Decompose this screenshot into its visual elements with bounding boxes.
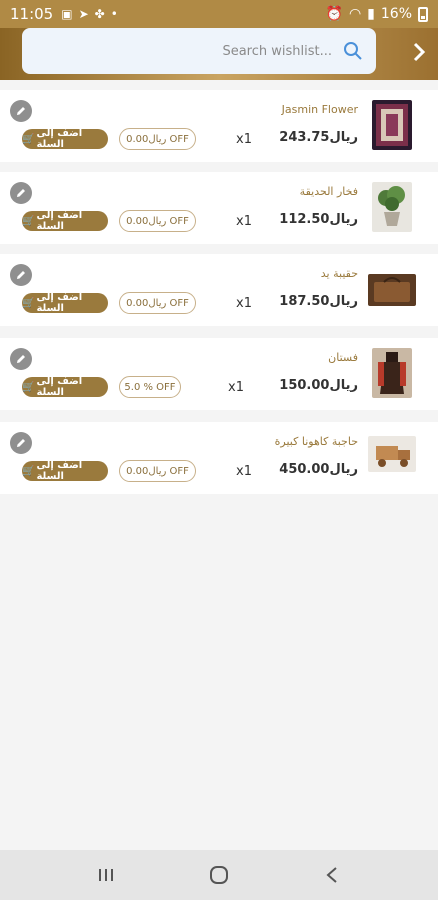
discount-badge: 5.0 % OFF	[119, 376, 181, 398]
add-to-cart-button[interactable]: 🛒 أضف إلى السلة	[22, 376, 108, 398]
add-to-cart-label: أضف إلى السلة	[36, 292, 83, 314]
home-icon[interactable]	[199, 855, 239, 895]
item-price: 187.50ريال	[279, 294, 358, 309]
wishlist-item[interactable]: 🛒 أضف إلى السلة 0.00ريال OFF x1 450.00ري…	[0, 422, 438, 494]
discount-badge: 0.00ريال OFF	[119, 210, 196, 232]
add-to-cart-label: أضف إلى السلة	[36, 460, 83, 482]
add-to-cart-button[interactable]: 🛒 أضف إلى السلة	[22, 460, 108, 482]
edit-icon[interactable]	[10, 182, 32, 204]
item-quantity: x1	[236, 296, 252, 311]
discount-badge: 0.00ريال OFF	[119, 292, 196, 314]
item-quantity: x1	[228, 380, 244, 395]
rug-thumbnail[interactable]	[372, 100, 412, 150]
handbag-thumbnail[interactable]	[368, 274, 416, 306]
chevron-right-icon[interactable]	[408, 38, 430, 66]
cart-icon: 🛒	[22, 297, 35, 309]
item-name[interactable]: حقيبة يد	[321, 267, 358, 280]
system-nav-bar	[0, 850, 438, 900]
battery-level: 16%	[380, 6, 412, 22]
telegram-icon: ➤	[78, 7, 89, 21]
dot-icon: •	[110, 7, 118, 21]
alarm-icon: ⏰	[325, 6, 343, 22]
item-quantity: x1	[236, 464, 252, 479]
item-name[interactable]: Jasmin Flower	[282, 103, 358, 116]
search-box[interactable]	[22, 28, 376, 74]
wishlist-item[interactable]: 🛒 أضف إلى السلة 0.00ريال OFF x1 243.75ري…	[0, 90, 438, 162]
image-icon: ▣	[61, 7, 73, 21]
plant-pot-thumbnail[interactable]	[372, 182, 412, 232]
item-price: 150.00ريال	[279, 378, 358, 393]
cart-icon: 🛒	[22, 465, 35, 477]
item-quantity: x1	[236, 214, 252, 229]
status-bar: 11:05 ▣ ➤ ✤ • ⏰ ◠ ▮ 16%	[0, 0, 438, 28]
wooden-truck-thumbnail[interactable]	[368, 436, 416, 472]
wishlist-item[interactable]: 🛒 أضف إلى السلة 0.00ريال OFF x1 112.50ري…	[0, 172, 438, 244]
app-header	[0, 28, 438, 80]
wishlist-item[interactable]: 🛒 أضف إلى السلة 5.0 % OFF x1 150.00ريال …	[0, 338, 438, 410]
add-to-cart-label: أضف إلى السلة	[36, 376, 83, 398]
status-right: ⏰ ◠ ▮ 16%	[325, 6, 428, 22]
wishlist-item[interactable]: 🛒 أضف إلى السلة 0.00ريال OFF x1 187.50ري…	[0, 254, 438, 326]
item-name[interactable]: فخار الحديقة	[300, 185, 358, 198]
add-to-cart-button[interactable]: 🛒 أضف إلى السلة	[22, 210, 108, 232]
wifi-icon: ◠	[348, 6, 362, 22]
back-icon[interactable]	[312, 855, 352, 895]
item-price: 450.00ريال	[279, 462, 358, 477]
notification-icons: ▣ ➤ ✤ •	[61, 7, 118, 21]
item-name[interactable]: حاجبة كاهونا كبيرة	[275, 435, 358, 448]
search-icon[interactable]	[342, 40, 364, 62]
add-to-cart-label: أضف إلى السلة	[36, 128, 83, 150]
edit-icon[interactable]	[10, 100, 32, 122]
item-name[interactable]: فستان	[328, 351, 358, 364]
search-input[interactable]	[34, 43, 332, 59]
dress-thumbnail[interactable]	[372, 348, 412, 398]
app-icon: ✤	[94, 7, 105, 21]
item-price: 243.75ريال	[279, 130, 358, 145]
edit-icon[interactable]	[10, 432, 32, 454]
edit-icon[interactable]	[10, 348, 32, 370]
recent-apps-icon[interactable]	[86, 855, 126, 895]
battery-icon	[418, 6, 428, 22]
add-to-cart-button[interactable]: 🛒 أضف إلى السلة	[22, 292, 108, 314]
discount-badge: 0.00ريال OFF	[119, 460, 196, 482]
add-to-cart-button[interactable]: 🛒 أضف إلى السلة	[22, 128, 108, 150]
item-quantity: x1	[236, 132, 252, 147]
edit-icon[interactable]	[10, 264, 32, 286]
cart-icon: 🛒	[22, 215, 35, 227]
discount-badge: 0.00ريال OFF	[119, 128, 196, 150]
cart-icon: 🛒	[22, 381, 35, 393]
status-time: 11:05	[10, 5, 54, 23]
add-to-cart-label: أضف إلى السلة	[36, 210, 83, 232]
item-price: 112.50ريال	[279, 212, 358, 227]
cart-icon: 🛒	[22, 133, 35, 145]
signal-icon: ▮	[367, 6, 375, 22]
